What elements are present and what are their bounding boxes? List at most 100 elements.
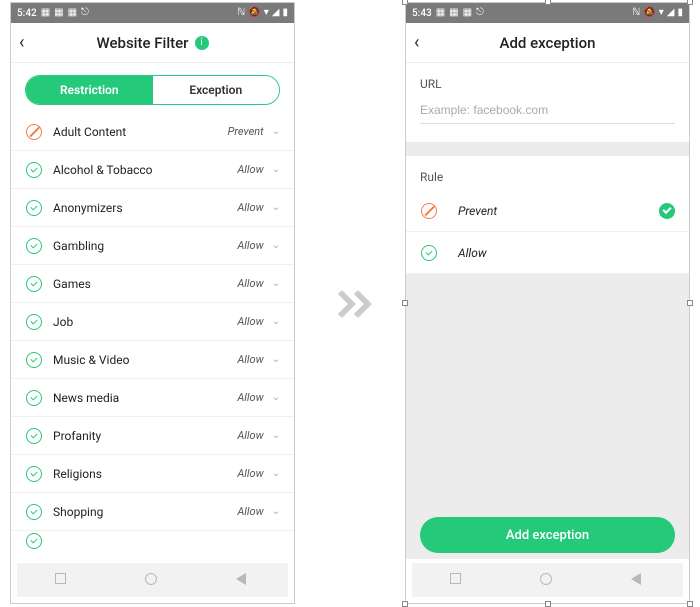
url-input[interactable] bbox=[420, 97, 675, 124]
android-nav-bar bbox=[412, 563, 683, 597]
tab-restriction[interactable]: Restriction bbox=[26, 76, 153, 104]
allow-icon bbox=[25, 161, 43, 179]
signal-icon: ◢ bbox=[272, 8, 280, 18]
nfc-icon: ℕ bbox=[632, 8, 640, 18]
rule-option-allow[interactable]: Allow bbox=[406, 232, 689, 274]
category-row[interactable]: AnonymizersAllow⌄ bbox=[11, 189, 294, 227]
chevron-down-icon: ⌄ bbox=[272, 202, 280, 213]
battery-icon: ▮ bbox=[282, 8, 288, 18]
category-row[interactable]: ShoppingAllow⌄ bbox=[11, 493, 294, 531]
tab-switch: Restriction Exception bbox=[11, 63, 294, 113]
add-exception-button[interactable]: Add exception bbox=[420, 517, 675, 553]
status-bar: 5:42 ▦ ▦ ▦ ⎋ ℕ 🔕 ▾ ◢ ▮ bbox=[11, 3, 294, 23]
page-title: Website Filter bbox=[97, 34, 189, 52]
chevron-down-icon: ⌄ bbox=[272, 164, 280, 175]
category-list[interactable]: Adult ContentPrevent⌄Alcohol & TobaccoAl… bbox=[11, 113, 294, 559]
status-time: 5:42 bbox=[17, 8, 37, 19]
category-label: Anonymizers bbox=[53, 201, 237, 215]
chevron-down-icon: ⌄ bbox=[272, 468, 280, 479]
selection-handle bbox=[687, 300, 693, 306]
category-label: Adult Content bbox=[53, 125, 228, 139]
chevron-down-icon: ⌄ bbox=[272, 430, 280, 441]
url-section-label: URL bbox=[406, 63, 689, 97]
divider bbox=[406, 142, 689, 156]
app-header: ‹ Add exception bbox=[406, 23, 689, 63]
category-row[interactable]: Adult ContentPrevent⌄ bbox=[11, 113, 294, 151]
status-location-icon: ⎋ bbox=[81, 8, 89, 18]
category-action: Allow bbox=[237, 315, 263, 328]
chevron-down-icon: ⌄ bbox=[272, 506, 280, 517]
allow-icon bbox=[25, 465, 43, 483]
category-row[interactable]: Music & VideoAllow ⌄ bbox=[11, 341, 294, 379]
allow-icon bbox=[25, 237, 43, 255]
status-app-icon: ▦ bbox=[41, 8, 50, 18]
nav-home-button[interactable] bbox=[540, 573, 554, 587]
rule-section-label: Rule bbox=[406, 156, 689, 190]
transition-arrow-icon bbox=[334, 294, 366, 314]
selection-handle bbox=[687, 601, 693, 607]
allow-icon bbox=[25, 351, 43, 369]
category-action: Allow bbox=[237, 353, 263, 366]
category-label: News media bbox=[53, 391, 237, 405]
chevron-down-icon: ⌄ bbox=[272, 240, 280, 251]
selection-handle bbox=[402, 0, 408, 5]
allow-icon bbox=[25, 275, 43, 293]
allow-icon bbox=[25, 389, 43, 407]
category-action: Allow bbox=[237, 163, 263, 176]
category-row[interactable]: ReligionsAllow⌄ bbox=[11, 455, 294, 493]
nav-home-button[interactable] bbox=[145, 573, 159, 587]
allow-icon bbox=[25, 532, 43, 550]
category-row[interactable]: News mediaAllow ⌄ bbox=[11, 379, 294, 417]
selected-check-icon bbox=[659, 203, 675, 219]
wifi-icon: ▾ bbox=[659, 8, 664, 18]
dnd-icon: 🔕 bbox=[248, 8, 260, 18]
status-app-icon: ▦ bbox=[68, 8, 77, 18]
battery-icon: ▮ bbox=[677, 8, 683, 18]
status-app-icon: ▦ bbox=[54, 8, 63, 18]
selection-handle bbox=[402, 601, 408, 607]
selection-handle bbox=[545, 601, 551, 607]
nav-overview-button[interactable] bbox=[55, 573, 69, 587]
category-label: Gambling bbox=[53, 239, 237, 253]
prevent-icon bbox=[420, 202, 438, 220]
allow-icon bbox=[25, 313, 43, 331]
category-action: Allow bbox=[237, 391, 263, 404]
back-button[interactable]: ‹ bbox=[414, 32, 419, 53]
status-app-icon: ▦ bbox=[463, 8, 472, 18]
status-time: 5:43 bbox=[412, 8, 432, 19]
info-icon[interactable]: i bbox=[195, 36, 209, 50]
android-nav-bar bbox=[17, 563, 288, 597]
chevron-down-icon: ⌄ bbox=[272, 316, 280, 327]
nav-overview-button[interactable] bbox=[450, 573, 464, 587]
nav-back-button[interactable] bbox=[631, 573, 645, 587]
wifi-icon: ▾ bbox=[264, 8, 269, 18]
phone-add-exception: 5:43 ▦ ▦ ▦ ⎋ ℕ 🔕 ▾ ◢ ▮ ‹ Add exception U… bbox=[405, 2, 690, 604]
category-row[interactable]: GamblingAllow⌄ bbox=[11, 227, 294, 265]
tab-exception[interactable]: Exception bbox=[153, 76, 280, 104]
back-button[interactable]: ‹ bbox=[19, 32, 24, 53]
category-action: Allow bbox=[237, 505, 263, 518]
dnd-icon: 🔕 bbox=[643, 8, 655, 18]
category-row[interactable] bbox=[11, 531, 294, 551]
rule-option-label: Allow bbox=[458, 246, 675, 260]
category-row[interactable]: GamesAllow⌄ bbox=[11, 265, 294, 303]
status-bar: 5:43 ▦ ▦ ▦ ⎋ ℕ 🔕 ▾ ◢ ▮ bbox=[406, 3, 689, 23]
chevron-down-icon: ⌄ bbox=[272, 392, 280, 403]
phone-website-filter: 5:42 ▦ ▦ ▦ ⎋ ℕ 🔕 ▾ ◢ ▮ ‹ Website Filter … bbox=[10, 2, 295, 604]
category-row[interactable]: JobAllow⌄ bbox=[11, 303, 294, 341]
nav-back-button[interactable] bbox=[236, 573, 250, 587]
category-row[interactable]: Alcohol & TobaccoAllow ⌄ bbox=[11, 151, 294, 189]
allow-icon bbox=[25, 199, 43, 217]
allow-icon bbox=[25, 427, 43, 445]
prevent-icon bbox=[25, 123, 43, 141]
category-label: Music & Video bbox=[53, 353, 237, 367]
allow-icon bbox=[420, 244, 438, 262]
category-label: Alcohol & Tobacco bbox=[53, 163, 237, 177]
category-action: Allow bbox=[237, 277, 263, 290]
chevron-down-icon: ⌄ bbox=[272, 354, 280, 365]
rule-option-label: Prevent bbox=[458, 204, 659, 218]
selection-handle bbox=[402, 300, 408, 306]
category-label: Games bbox=[53, 277, 237, 291]
category-row[interactable]: ProfanityAllow⌄ bbox=[11, 417, 294, 455]
rule-option-prevent[interactable]: Prevent bbox=[406, 190, 689, 232]
